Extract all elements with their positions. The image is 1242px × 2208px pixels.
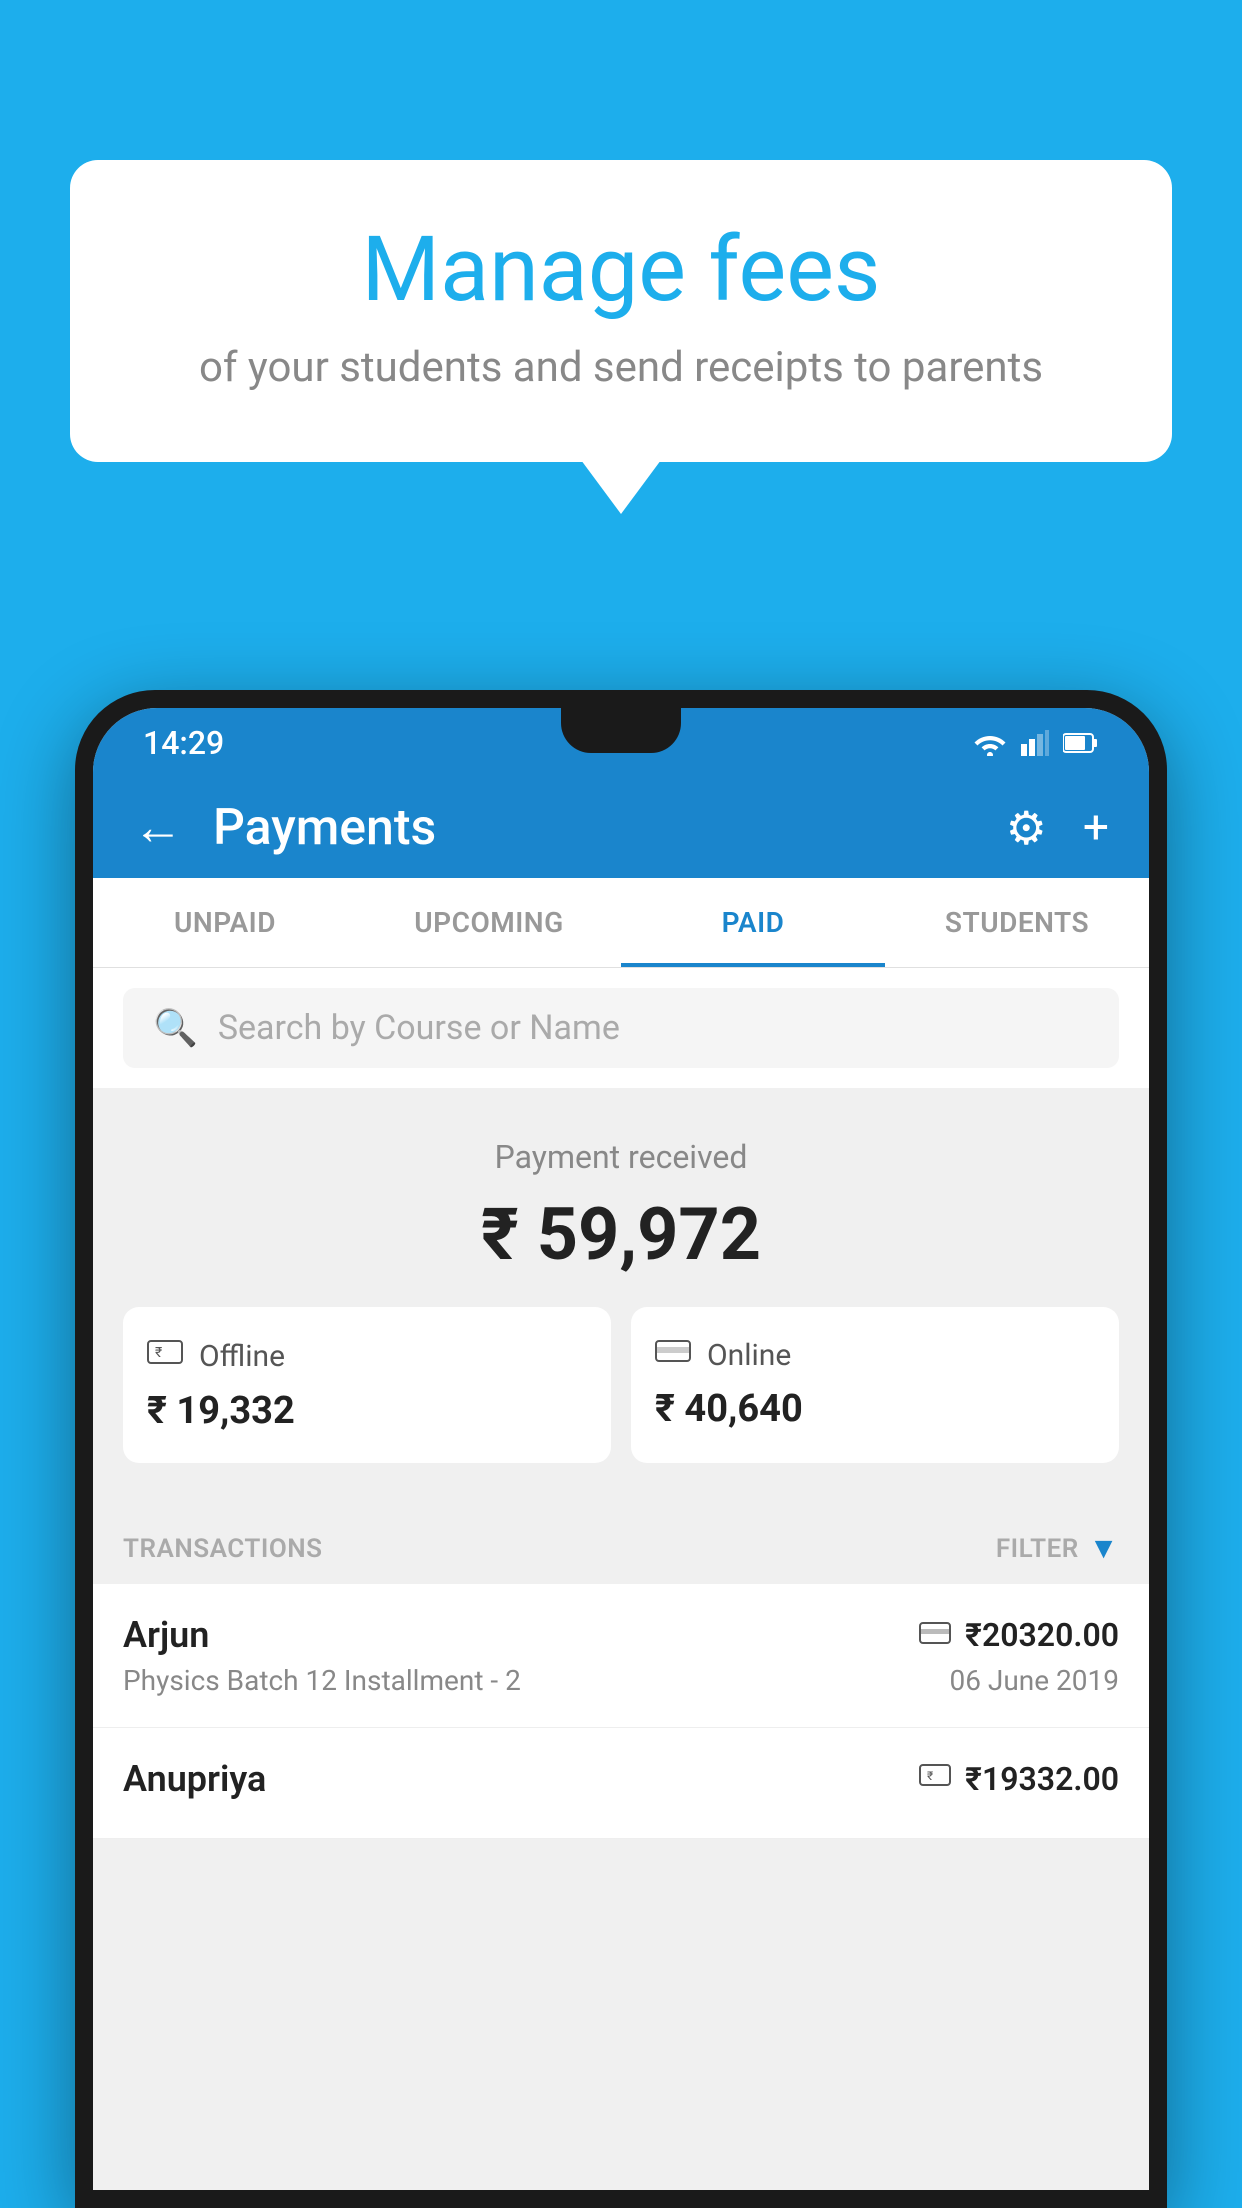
tab-bar: UNPAID UPCOMING PAID STUDENTS [93, 878, 1149, 968]
payment-received-label: Payment received [123, 1138, 1119, 1176]
phone-frame: 14:29 [75, 690, 1167, 2208]
filter-button[interactable]: FILTER ▼ [996, 1531, 1119, 1566]
status-bar: 14:29 [93, 708, 1149, 778]
notch [561, 708, 681, 753]
filter-icon: ▼ [1089, 1531, 1119, 1566]
back-button[interactable]: ← [133, 803, 183, 853]
bubble-subtitle: of your students and send receipts to pa… [140, 343, 1102, 392]
phone-screen: 14:29 [93, 708, 1149, 2190]
header-left: ← Payments [133, 799, 436, 857]
add-button[interactable]: + [1083, 801, 1109, 855]
payment-type-icon [919, 1619, 951, 1652]
online-icon [655, 1337, 691, 1373]
search-icon: 🔍 [153, 1007, 198, 1049]
header-right: ⚙ + [1006, 801, 1109, 856]
transaction-amount-wrap: ₹ ₹19332.00 [919, 1760, 1119, 1798]
online-label: Online [707, 1338, 791, 1373]
transaction-top: Arjun ₹20320.00 [123, 1614, 1119, 1656]
transaction-amount-wrap: ₹20320.00 [919, 1616, 1119, 1654]
transaction-amount: ₹19332.00 [965, 1760, 1119, 1798]
transaction-name: Anupriya [123, 1758, 266, 1800]
search-input[interactable]: Search by Course or Name [218, 1008, 620, 1048]
offline-label: Offline [199, 1339, 285, 1374]
speech-bubble: Manage fees of your students and send re… [70, 160, 1172, 462]
transactions-label: TRANSACTIONS [123, 1534, 323, 1564]
transaction-date: 06 June 2019 [949, 1664, 1119, 1697]
tab-upcoming[interactable]: UPCOMING [357, 878, 621, 967]
payment-cards: ₹ Offline ₹ 19,332 [123, 1307, 1119, 1463]
status-icons [973, 730, 1099, 756]
svg-text:₹: ₹ [155, 1345, 162, 1361]
transaction-bottom: Physics Batch 12 Installment - 2 06 June… [123, 1664, 1119, 1697]
settings-button[interactable]: ⚙ [1006, 801, 1047, 856]
transaction-amount: ₹20320.00 [965, 1616, 1119, 1654]
payment-total-amount: ₹ 59,972 [123, 1192, 1119, 1277]
online-amount: ₹ 40,640 [655, 1387, 1095, 1431]
tab-paid[interactable]: PAID [621, 878, 885, 967]
payment-type-icon: ₹ [919, 1763, 951, 1796]
svg-text:₹: ₹ [927, 1769, 933, 1783]
transaction-course: Physics Batch 12 Installment - 2 [123, 1664, 521, 1697]
signal-icon [1021, 730, 1049, 756]
transaction-top: Anupriya ₹ ₹19332.00 [123, 1758, 1119, 1800]
transaction-name: Arjun [123, 1614, 209, 1656]
offline-amount: ₹ 19,332 [147, 1389, 587, 1433]
offline-payment-card: ₹ Offline ₹ 19,332 [123, 1307, 611, 1463]
online-card-header: Online [655, 1337, 1095, 1373]
offline-card-header: ₹ Offline [147, 1337, 587, 1375]
page-title: Payments [213, 799, 436, 857]
transactions-header: TRANSACTIONS FILTER ▼ [93, 1503, 1149, 1584]
app-header: ← Payments ⚙ + [93, 778, 1149, 878]
search-bar[interactable]: 🔍 Search by Course or Name [123, 988, 1119, 1068]
offline-icon: ₹ [147, 1337, 183, 1375]
transaction-row[interactable]: Arjun ₹20320.00 Physics Batch 12 Install… [93, 1584, 1149, 1728]
search-section: 🔍 Search by Course or Name [93, 968, 1149, 1088]
transaction-row[interactable]: Anupriya ₹ ₹19332.00 [93, 1728, 1149, 1839]
battery-icon [1063, 732, 1099, 754]
online-payment-card: Online ₹ 40,640 [631, 1307, 1119, 1463]
wifi-icon [973, 730, 1007, 756]
status-time: 14:29 [143, 724, 224, 762]
tab-students[interactable]: STUDENTS [885, 878, 1149, 967]
bubble-title: Manage fees [140, 220, 1102, 319]
tab-unpaid[interactable]: UNPAID [93, 878, 357, 967]
payment-summary: Payment received ₹ 59,972 ₹ Offline [93, 1098, 1149, 1503]
